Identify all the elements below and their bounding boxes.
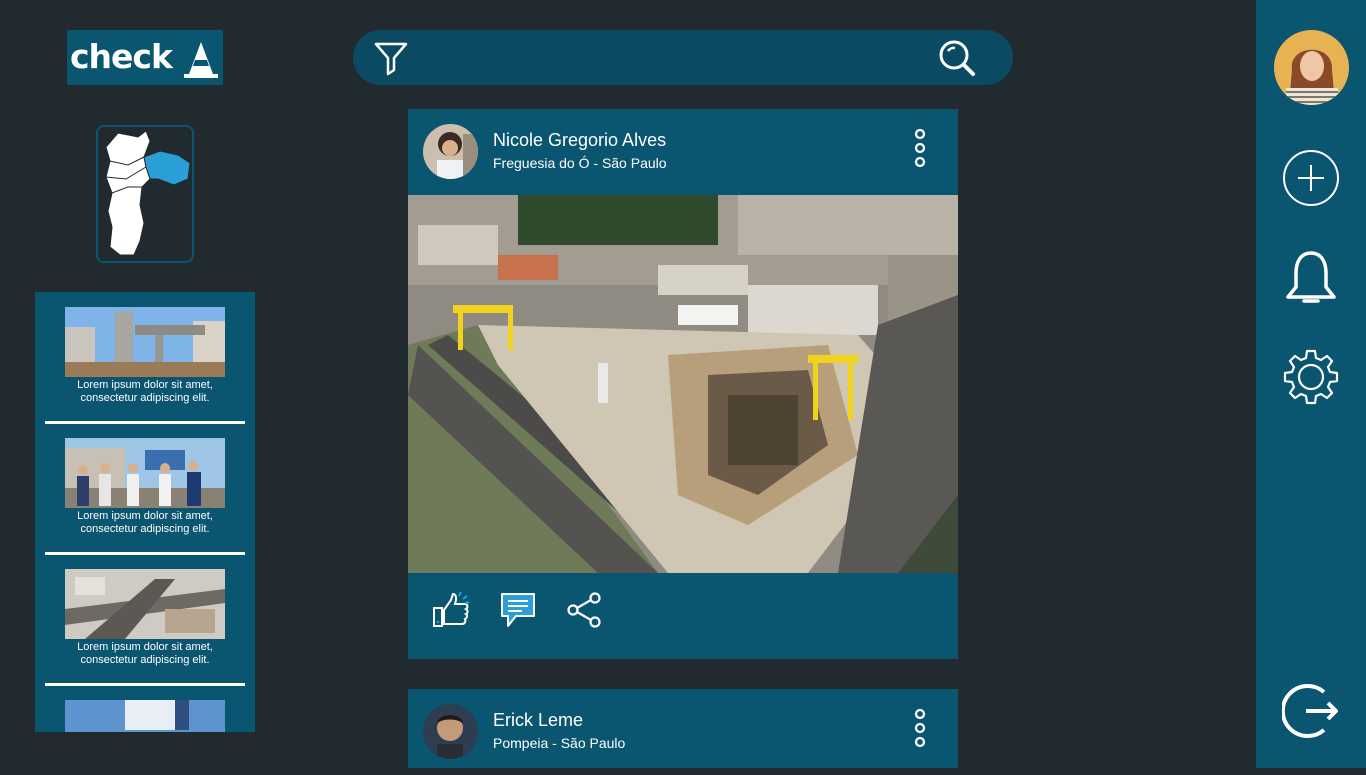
search-bar[interactable]: [353, 30, 1013, 85]
post-header: Erick Leme Pompeia - São Paulo: [408, 689, 958, 775]
more-options-icon[interactable]: [908, 708, 932, 751]
news-thumbnail[interactable]: [65, 307, 225, 377]
logout-icon[interactable]: [1282, 682, 1340, 740]
news-caption-line: Lorem ipsum dolor sit amet,: [77, 379, 213, 391]
gear-icon[interactable]: [1282, 348, 1340, 406]
post-image[interactable]: [408, 195, 958, 573]
post-location: Freguesia do Ó - São Paulo: [493, 155, 667, 171]
logo[interactable]: check: [67, 30, 223, 85]
avatar[interactable]: [1274, 30, 1349, 105]
share-icon[interactable]: [564, 589, 606, 631]
divider: [45, 552, 245, 555]
divider: [45, 421, 245, 424]
divider: [45, 683, 245, 686]
news-caption-line: consectetur adipiscing elit.: [80, 654, 210, 666]
sao-paulo-map[interactable]: [98, 127, 192, 261]
news-caption-line: consectetur adipiscing elit.: [80, 392, 210, 404]
bell-icon[interactable]: [1282, 249, 1340, 307]
news-thumbnail[interactable]: [65, 700, 225, 732]
filter-icon[interactable]: [371, 38, 411, 78]
more-options-icon[interactable]: [908, 128, 932, 171]
news-thumbnail[interactable]: [65, 438, 225, 508]
news-caption-line: Lorem ipsum dolor sit amet,: [77, 510, 213, 522]
thumbs-up-icon[interactable]: [430, 589, 472, 631]
post-header: Nicole Gregorio Alves Freguesia do Ó - S…: [408, 109, 958, 195]
post-card[interactable]: Nicole Gregorio Alves Freguesia do Ó - S…: [408, 109, 958, 659]
news-caption-line: consectetur adipiscing elit.: [80, 523, 210, 535]
right-rail: [1256, 0, 1366, 768]
avatar[interactable]: [423, 124, 478, 179]
news-caption-line: Lorem ipsum dolor sit amet,: [77, 641, 213, 653]
logo-text: check: [70, 37, 173, 76]
post-actions: [408, 573, 958, 659]
search-icon[interactable]: [937, 38, 977, 78]
news-sidebar[interactable]: Lorem ipsum dolor sit amet, consectetur …: [35, 292, 255, 732]
post-card[interactable]: Erick Leme Pompeia - São Paulo: [408, 689, 958, 768]
post-author[interactable]: Nicole Gregorio Alves: [493, 130, 666, 151]
news-thumbnail[interactable]: [65, 569, 225, 639]
add-icon[interactable]: [1282, 149, 1340, 207]
avatar[interactable]: [423, 704, 478, 759]
region-map[interactable]: [96, 125, 194, 263]
post-author[interactable]: Erick Leme: [493, 710, 583, 731]
post-location: Pompeia - São Paulo: [493, 735, 626, 751]
search-input[interactable]: [423, 40, 927, 77]
traffic-cone-icon: [184, 42, 218, 78]
comment-icon[interactable]: [497, 589, 539, 631]
